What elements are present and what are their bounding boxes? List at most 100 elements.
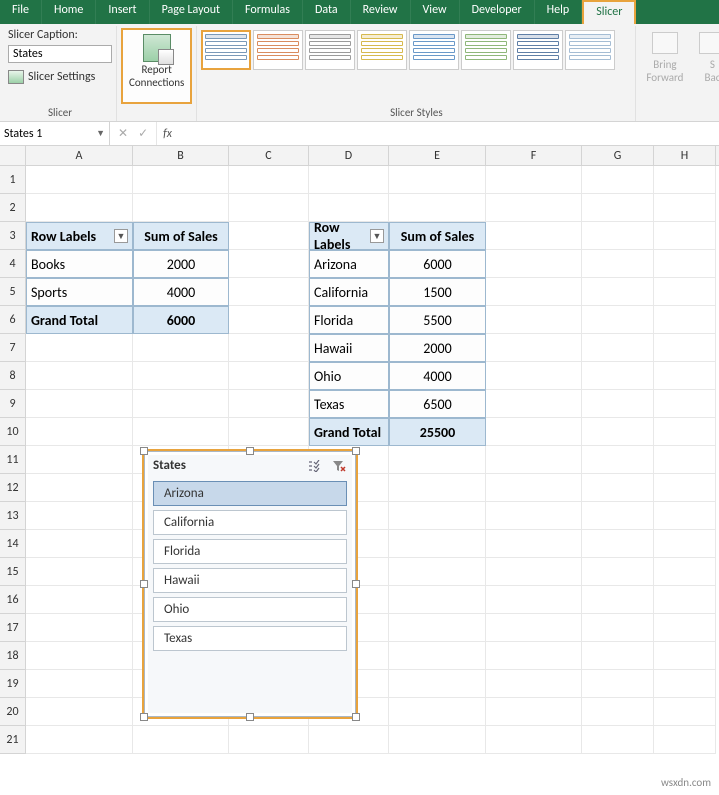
cell-r20c0[interactable] <box>26 698 133 726</box>
cell-r13c0[interactable] <box>26 502 133 530</box>
row-header-19[interactable]: 19 <box>0 670 26 698</box>
cell-r14c7[interactable] <box>654 530 716 558</box>
tab-review[interactable]: Review <box>351 0 411 24</box>
multiselect-icon[interactable] <box>307 459 325 473</box>
pt-cell-r3c1[interactable]: Sum of Sales <box>133 222 229 250</box>
cell-r2c1[interactable] <box>133 194 229 222</box>
slicer-pane[interactable]: States ArizonaCaliforniaFloridaHawaiiOhi… <box>144 451 356 717</box>
row-header-7[interactable]: 7 <box>0 334 26 362</box>
tab-view[interactable]: View <box>411 0 460 24</box>
cell-r1c3[interactable] <box>309 166 389 194</box>
cell-r6c5[interactable] <box>486 306 582 334</box>
cell-r1c2[interactable] <box>229 166 309 194</box>
cell-r10c6[interactable] <box>582 418 654 446</box>
pt-cell-r6c0[interactable]: Grand Total <box>26 306 133 334</box>
cell-r21c3[interactable] <box>309 726 389 754</box>
slicer-item-ohio[interactable]: Ohio <box>153 597 347 622</box>
pt-cell-r4c4[interactable]: 6000 <box>389 250 486 278</box>
cell-r3c7[interactable] <box>654 222 716 250</box>
tab-help[interactable]: Help <box>535 0 583 24</box>
cell-r17c4[interactable] <box>389 614 486 642</box>
cell-r7c1[interactable] <box>133 334 229 362</box>
pt-cell-r6c4[interactable]: 5500 <box>389 306 486 334</box>
name-box[interactable]: States 1 ▼ <box>0 122 110 145</box>
cell-r8c7[interactable] <box>654 362 716 390</box>
tab-slicer[interactable]: Slicer <box>582 0 636 24</box>
col-header-H[interactable]: H <box>654 146 716 165</box>
pt-cell-r5c0[interactable]: Sports <box>26 278 133 306</box>
style-thumb-1[interactable] <box>253 30 303 70</box>
cell-r7c5[interactable] <box>486 334 582 362</box>
cell-r9c1[interactable] <box>133 390 229 418</box>
pt-cell-r9c4[interactable]: 6500 <box>389 390 486 418</box>
row-header-11[interactable]: 11 <box>0 446 26 474</box>
slicer-styles-gallery[interactable] <box>201 28 631 70</box>
cell-r16c6[interactable] <box>582 586 654 614</box>
row-header-16[interactable]: 16 <box>0 586 26 614</box>
cell-r14c4[interactable] <box>389 530 486 558</box>
cell-r5c2[interactable] <box>229 278 309 306</box>
cell-r3c6[interactable] <box>582 222 654 250</box>
cell-r2c2[interactable] <box>229 194 309 222</box>
cell-r21c6[interactable] <box>582 726 654 754</box>
cell-r18c7[interactable] <box>654 642 716 670</box>
pt-cell-r5c3[interactable]: California <box>309 278 389 306</box>
cell-r21c1[interactable] <box>133 726 229 754</box>
cell-r7c7[interactable] <box>654 334 716 362</box>
cell-r14c5[interactable] <box>486 530 582 558</box>
style-thumb-2[interactable] <box>305 30 355 70</box>
cell-r9c0[interactable] <box>26 390 133 418</box>
style-thumb-5[interactable] <box>461 30 511 70</box>
cell-r19c6[interactable] <box>582 670 654 698</box>
cell-r12c4[interactable] <box>389 474 486 502</box>
cell-r16c4[interactable] <box>389 586 486 614</box>
tab-insert[interactable]: Insert <box>96 0 149 24</box>
slicer-item-arizona[interactable]: Arizona <box>153 481 347 506</box>
filter-dropdown-icon[interactable]: ▼ <box>114 229 128 243</box>
cell-r19c4[interactable] <box>389 670 486 698</box>
cell-r6c6[interactable] <box>582 306 654 334</box>
slicer-settings-button[interactable]: Slicer Settings <box>8 66 112 84</box>
pt-cell-r8c4[interactable]: 4000 <box>389 362 486 390</box>
tab-page-layout[interactable]: Page Layout <box>150 0 233 24</box>
cell-r19c5[interactable] <box>486 670 582 698</box>
cell-r18c6[interactable] <box>582 642 654 670</box>
cell-r1c4[interactable] <box>389 166 486 194</box>
cell-r17c7[interactable] <box>654 614 716 642</box>
tab-data[interactable]: Data <box>303 0 351 24</box>
clear-filter-icon[interactable] <box>331 459 347 473</box>
pt-cell-r10c3[interactable]: Grand Total <box>309 418 389 446</box>
cell-r5c6[interactable] <box>582 278 654 306</box>
row-header-8[interactable]: 8 <box>0 362 26 390</box>
cell-r16c5[interactable] <box>486 586 582 614</box>
row-header-6[interactable]: 6 <box>0 306 26 334</box>
cell-r5c5[interactable] <box>486 278 582 306</box>
cell-r11c7[interactable] <box>654 446 716 474</box>
cell-r10c5[interactable] <box>486 418 582 446</box>
cell-r4c2[interactable] <box>229 250 309 278</box>
cell-r13c5[interactable] <box>486 502 582 530</box>
spreadsheet-grid[interactable]: ABCDEFGH 123Row Labels▼Sum of SalesRow L… <box>0 146 719 754</box>
row-header-5[interactable]: 5 <box>0 278 26 306</box>
pt-cell-r10c4[interactable]: 25500 <box>389 418 486 446</box>
row-header-4[interactable]: 4 <box>0 250 26 278</box>
cell-r12c5[interactable] <box>486 474 582 502</box>
cell-r15c6[interactable] <box>582 558 654 586</box>
cell-r1c1[interactable] <box>133 166 229 194</box>
cell-r21c5[interactable] <box>486 726 582 754</box>
cell-r8c1[interactable] <box>133 362 229 390</box>
tab-home[interactable]: Home <box>42 0 96 24</box>
cell-r1c5[interactable] <box>486 166 582 194</box>
cell-r21c0[interactable] <box>26 726 133 754</box>
report-connections-button[interactable]: ReportConnections <box>121 28 192 104</box>
cell-r2c6[interactable] <box>582 194 654 222</box>
cell-r4c5[interactable] <box>486 250 582 278</box>
cell-r20c4[interactable] <box>389 698 486 726</box>
row-header-3[interactable]: 3 <box>0 222 26 250</box>
cell-r21c4[interactable] <box>389 726 486 754</box>
cell-r9c2[interactable] <box>229 390 309 418</box>
row-header-1[interactable]: 1 <box>0 166 26 194</box>
slicer-caption-input[interactable] <box>8 45 112 63</box>
cell-r18c4[interactable] <box>389 642 486 670</box>
cell-r8c6[interactable] <box>582 362 654 390</box>
